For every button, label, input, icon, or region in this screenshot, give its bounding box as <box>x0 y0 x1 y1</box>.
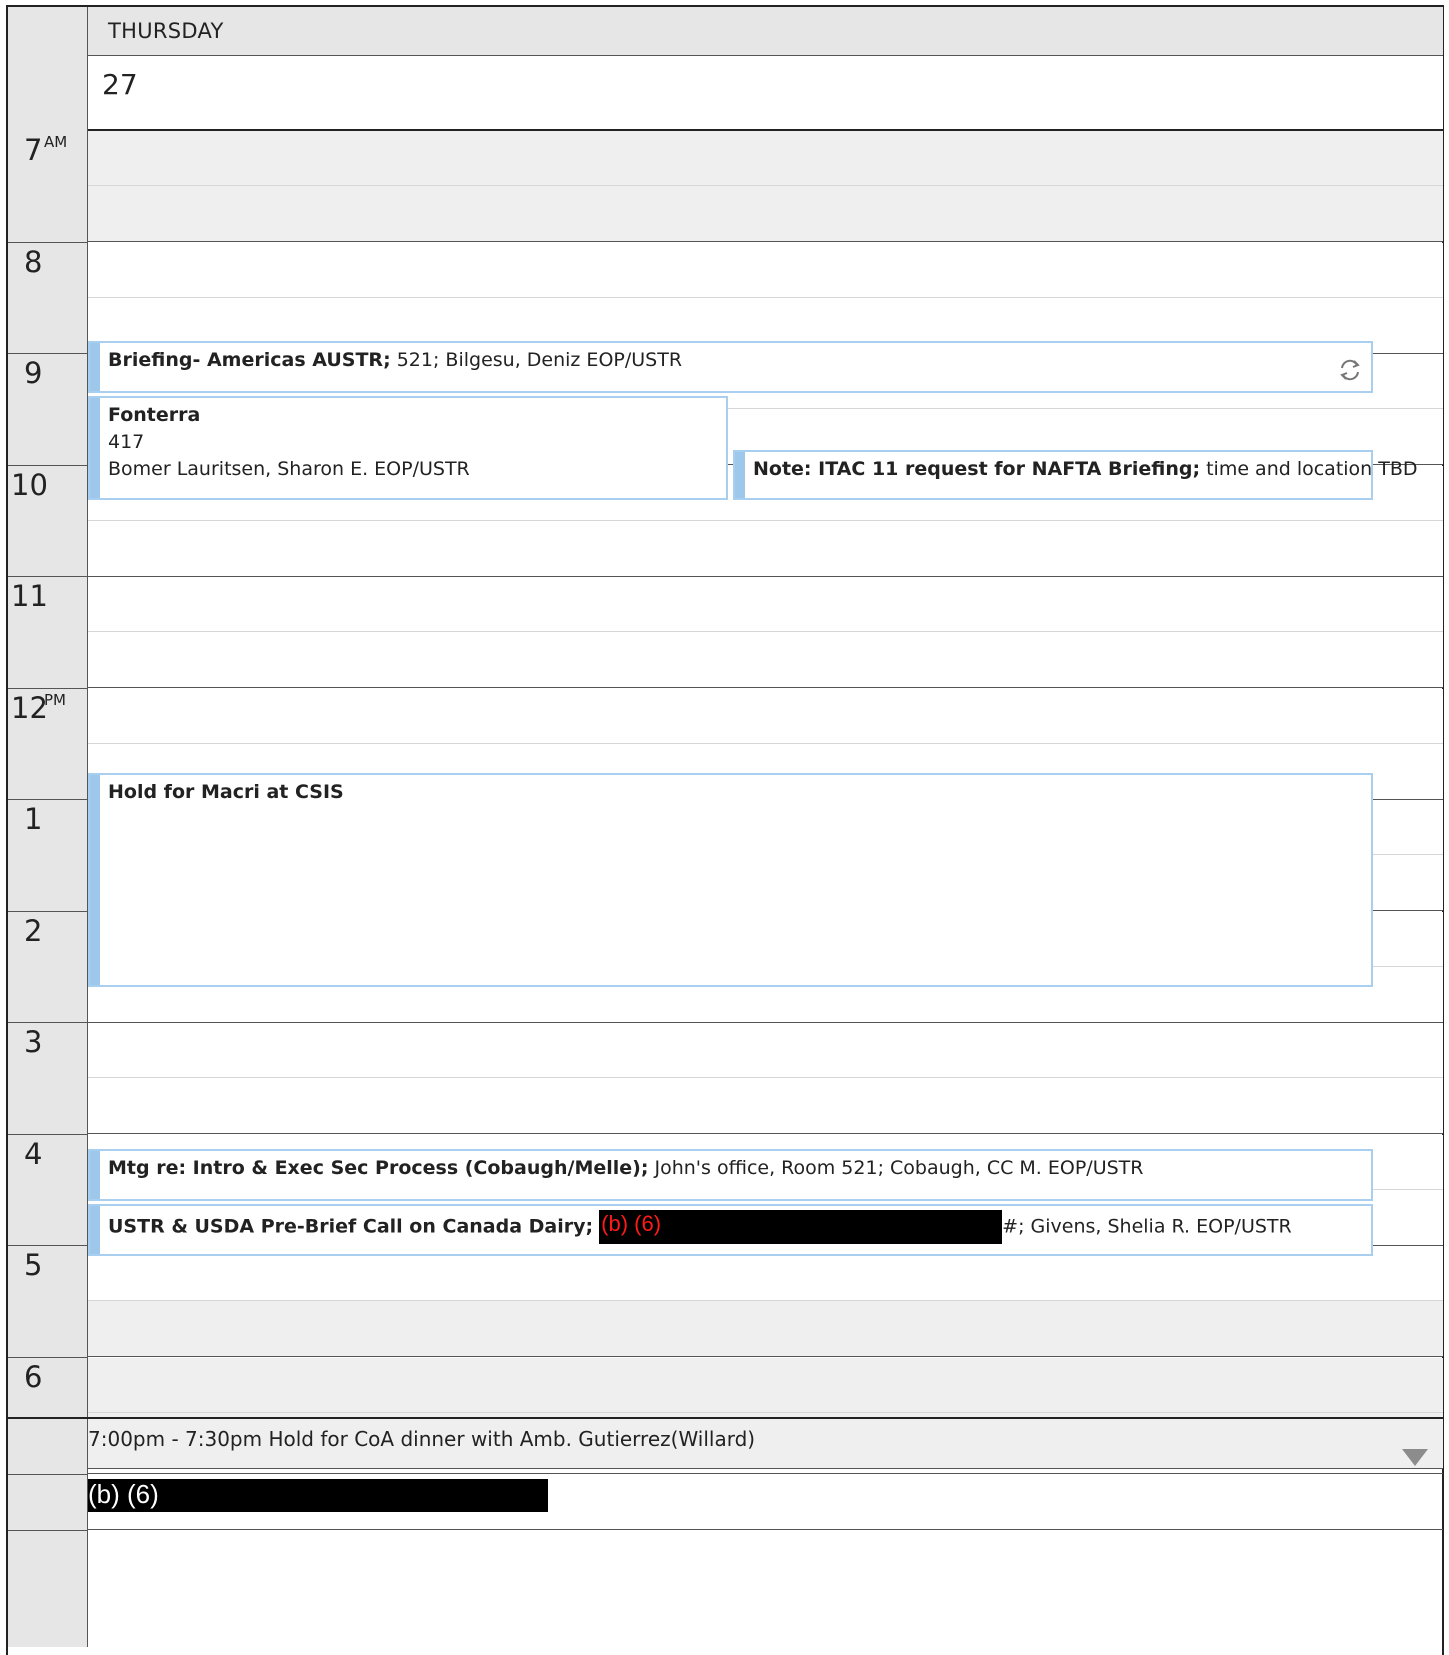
hour-divider <box>8 799 88 800</box>
hour-divider <box>8 1245 88 1246</box>
event-details: 521; Bilgesu, Deniz EOP/USTR <box>390 349 683 371</box>
hour-number: 5 <box>24 1248 43 1282</box>
time-slot[interactable] <box>88 242 1443 298</box>
event-title: USTR & USDA Pre-Brief Call on Canada Dai… <box>108 1215 594 1238</box>
hour-divider <box>8 464 88 466</box>
time-slot[interactable] <box>88 1301 1443 1357</box>
time-slot[interactable] <box>88 1357 1443 1413</box>
after-hours-row[interactable]: 7:00pm - 7:30pm Hold for CoA dinner with… <box>88 1419 1443 1474</box>
event-itac-note[interactable]: Note: ITAC 11 request for NAFTA Briefing… <box>733 450 1418 500</box>
redacted-row: (b) (6) <box>88 1475 1443 1530</box>
after-hours-event: 7:00pm - 7:30pm Hold for CoA dinner with… <box>88 1427 756 1451</box>
hour-divider <box>8 687 88 689</box>
gutter-divider <box>8 1474 88 1475</box>
hour-suffix: AM <box>44 133 68 151</box>
time-slot[interactable] <box>88 131 1443 186</box>
event-title: Fonterra <box>108 404 201 426</box>
event-details: John's office, Room 521; Cobaugh, CC M. … <box>648 1157 1144 1179</box>
hour-divider <box>8 1133 88 1135</box>
event-title: Note: ITAC 11 request for NAFTA Briefing… <box>753 458 1201 480</box>
time-slot[interactable] <box>88 1078 1443 1134</box>
hour-number: 6 <box>24 1359 43 1394</box>
event-title: Briefing- Americas AUSTR; <box>108 349 391 371</box>
hour-divider <box>8 241 88 243</box>
hour-suffix: PM <box>44 690 66 709</box>
event-details: time and location TBD <box>1200 458 1418 480</box>
hour-divider <box>8 353 88 354</box>
day-header[interactable]: THURSDAY <box>88 7 1443 56</box>
hour-divider <box>8 576 88 577</box>
redaction-box: (b) (6) <box>599 1210 1003 1244</box>
time-slot[interactable] <box>88 577 1443 632</box>
date-cell[interactable]: 27 <box>88 56 1443 132</box>
hour-number: 9 <box>24 356 43 390</box>
time-slot[interactable] <box>88 186 1443 242</box>
hour-divider <box>8 910 88 912</box>
event-location: 417 <box>108 431 145 453</box>
event-mtg-exec-sec[interactable]: Mtg re: Intro & Exec Sec Process (Cobaug… <box>88 1149 1373 1201</box>
time-slot[interactable] <box>88 632 1443 688</box>
hour-number: 7 <box>24 133 43 167</box>
day-name: THURSDAY <box>108 19 224 43</box>
hour-number: 12 <box>11 690 48 725</box>
hour-number: 10 <box>11 467 48 502</box>
hour-number: 3 <box>24 1025 43 1059</box>
time-slot[interactable] <box>88 1023 1443 1078</box>
recurring-icon <box>1340 359 1360 381</box>
hour-divider <box>8 1356 88 1358</box>
event-hold-macri[interactable]: Hold for Macri at CSIS <box>88 773 1373 987</box>
event-organizer: Bomer Lauritsen, Sharon E. EOP/USTR <box>108 458 470 480</box>
hour-divider <box>8 1022 88 1023</box>
time-slot[interactable] <box>88 688 1443 744</box>
hour-number: 4 <box>24 1136 43 1171</box>
hour-number: 1 <box>24 802 43 836</box>
event-title: Mtg re: Intro & Exec Sec Process (Cobaug… <box>108 1157 649 1179</box>
hour-number: 8 <box>24 244 43 279</box>
hour-number: 2 <box>24 913 43 948</box>
date-number: 27 <box>102 68 138 101</box>
gutter-divider <box>8 1530 88 1531</box>
time-gutter <box>8 7 88 1647</box>
event-canada-dairy[interactable]: USTR & USDA Pre-Brief Call on Canada Dai… <box>88 1204 1373 1256</box>
event-briefing-americas[interactable]: Briefing- Americas AUSTR; 521; Bilgesu, … <box>88 341 1373 393</box>
event-details: #; Givens, Shelia R. EOP/USTR <box>1002 1215 1292 1238</box>
hour-number: 11 <box>11 579 48 613</box>
event-title: Hold for Macri at CSIS <box>108 781 344 803</box>
time-slot[interactable] <box>88 520 1443 577</box>
redaction-box: (b) (6) <box>88 1479 548 1512</box>
event-fonterra[interactable]: Fonterra 417 Bomer Lauritsen, Sharon E. … <box>88 396 728 500</box>
